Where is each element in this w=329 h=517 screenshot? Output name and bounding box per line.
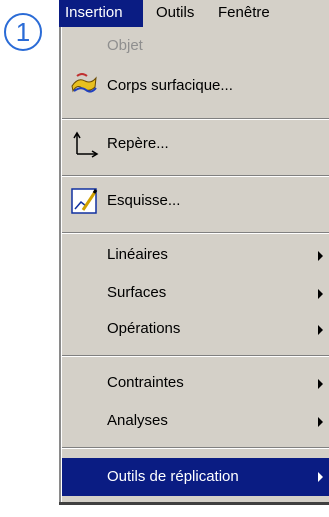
menu-item-objet-label: Objet	[107, 37, 143, 54]
submenu-arrow-icon	[318, 417, 323, 427]
menu-separator	[62, 355, 329, 357]
menu-item-operations[interactable]: Opérations	[62, 317, 329, 343]
menu-fenetre-label: Fenêtre	[218, 4, 270, 21]
axis-system-icon	[73, 131, 99, 158]
sketch-icon	[71, 188, 98, 214]
menu-item-corps-surfacique[interactable]: Corps surfacique...	[62, 73, 329, 105]
menu-insertion-label: Insertion	[65, 4, 123, 21]
menu-separator	[62, 232, 329, 234]
menu-separator	[62, 118, 329, 120]
menu-item-esquisse[interactable]: Esquisse...	[62, 188, 329, 220]
menu-item-repere-label: Repère...	[107, 135, 169, 152]
menu-outils[interactable]: Outils	[156, 0, 194, 27]
menu-separator	[62, 447, 329, 449]
menu-item-contraintes-label: Contraintes	[107, 374, 184, 391]
menu-insertion[interactable]: Insertion	[59, 0, 143, 27]
menu-bar: Insertion Outils Fenêtre	[59, 0, 329, 27]
menu-item-surfaces-label: Surfaces	[107, 284, 167, 301]
menu-item-lineaires-label: Linéaires	[107, 246, 168, 263]
menu-item-outils-de-replication[interactable]: Outils de réplication	[62, 458, 329, 496]
menu-item-objet: Objet	[62, 37, 329, 61]
menu-item-esquisse-label: Esquisse...	[107, 192, 181, 209]
submenu-arrow-icon	[318, 472, 323, 482]
menu-item-analyses-label: Analyses	[107, 412, 168, 429]
menu-item-outils-de-replication-label: Outils de réplication	[107, 468, 239, 485]
menu-item-analyses[interactable]: Analyses	[62, 409, 329, 435]
menu-item-repere[interactable]: Repère...	[62, 131, 329, 163]
menu-item-corps-surfacique-label: Corps surfacique...	[107, 77, 233, 94]
menu-bottom-shadow	[59, 502, 329, 505]
insertion-dropdown-menu: Objet Corps surfacique... Repère... Esqu…	[59, 27, 329, 502]
menu-item-surfaces[interactable]: Surfaces	[62, 281, 329, 307]
submenu-arrow-icon	[318, 379, 323, 389]
submenu-arrow-icon	[318, 325, 323, 335]
callout-number-badge: 1	[4, 13, 42, 51]
menu-item-lineaires[interactable]: Linéaires	[62, 243, 329, 269]
menu-outils-label: Outils	[156, 4, 195, 21]
submenu-arrow-icon	[318, 251, 323, 261]
submenu-arrow-icon	[318, 289, 323, 299]
menu-separator	[62, 175, 329, 177]
menu-item-contraintes[interactable]: Contraintes	[62, 371, 329, 397]
surface-body-icon	[71, 73, 97, 93]
menu-item-operations-label: Opérations	[107, 320, 181, 337]
menu-fenetre[interactable]: Fenêtre	[218, 0, 270, 27]
